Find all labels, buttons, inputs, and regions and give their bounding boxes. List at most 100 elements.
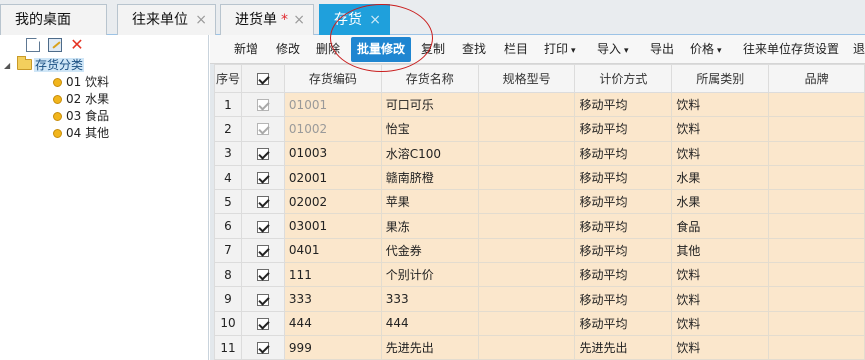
cell-code[interactable]: 999: [283, 334, 382, 360]
cell-brand[interactable]: [768, 286, 865, 312]
tree-item[interactable]: 02 水果: [0, 91, 208, 108]
row-checkbox[interactable]: [256, 196, 269, 209]
cell-code[interactable]: 333: [283, 286, 382, 312]
cell-name[interactable]: 代金券: [380, 237, 479, 264]
table-row[interactable]: 10 444 444 移动平均 饮料: [214, 310, 865, 336]
row-number[interactable]: 5: [214, 189, 242, 215]
exit-button[interactable]: 退: [853, 41, 865, 57]
import-dropdown[interactable]: 导入 ▾: [597, 41, 629, 59]
column-header-no[interactable]: 序号: [214, 64, 242, 93]
edit-icon[interactable]: [48, 38, 62, 52]
partner-inventory-settings-button[interactable]: 往来单位存货设置: [743, 41, 839, 57]
cell-pricing[interactable]: 移动平均: [574, 164, 673, 191]
row-checkbox[interactable]: [256, 147, 269, 160]
cell-code[interactable]: 03001: [283, 213, 382, 239]
column-header-category[interactable]: 所属类别: [671, 64, 770, 93]
cell-name[interactable]: 333: [380, 286, 479, 312]
add-button[interactable]: 新增: [234, 41, 258, 57]
tab-partners[interactable]: 往来单位 ×: [117, 4, 216, 35]
tab-desktop[interactable]: 我的桌面: [0, 4, 107, 35]
row-checkbox[interactable]: [256, 244, 269, 257]
table-row[interactable]: 4 02001 赣南脐橙 移动平均 水果: [214, 164, 865, 191]
price-dropdown[interactable]: 价格 ▾: [690, 41, 722, 59]
row-checkbox[interactable]: [256, 269, 269, 282]
cell-code[interactable]: 01002: [283, 116, 382, 142]
cell-code[interactable]: 02001: [283, 164, 382, 191]
cell-brand[interactable]: [768, 237, 865, 264]
row-number[interactable]: 7: [214, 237, 242, 264]
cell-category[interactable]: 其他: [671, 237, 770, 264]
row-checkbox[interactable]: [256, 317, 269, 330]
cell-pricing[interactable]: 移动平均: [574, 189, 673, 215]
row-number[interactable]: 8: [214, 262, 242, 288]
tab-purchase-order[interactable]: 进货单 * ×: [220, 4, 314, 35]
column-header-spec[interactable]: 规格型号: [477, 64, 576, 93]
delete-button[interactable]: 删除: [316, 41, 340, 57]
export-button[interactable]: 导出: [650, 41, 674, 57]
cell-name[interactable]: 个别计价: [380, 262, 479, 288]
cell-category[interactable]: 饮料: [671, 116, 770, 142]
row-number[interactable]: 10: [214, 310, 242, 336]
cell-name[interactable]: 赣南脐橙: [380, 164, 479, 191]
cell-spec[interactable]: [477, 116, 576, 142]
cell-spec[interactable]: [477, 213, 576, 239]
cell-pricing[interactable]: 移动平均: [574, 262, 673, 288]
tab-inventory[interactable]: 存货 ×: [319, 4, 390, 35]
cell-code[interactable]: 01001: [283, 91, 382, 118]
row-number[interactable]: 1: [214, 91, 242, 118]
row-checkbox[interactable]: [256, 342, 269, 355]
row-checkbox[interactable]: [256, 172, 269, 185]
copy-button[interactable]: 复制: [421, 41, 445, 57]
tree-root[interactable]: ◢ 存货分类: [0, 56, 208, 74]
cell-code[interactable]: 0401: [283, 237, 382, 264]
cell-brand[interactable]: [768, 91, 865, 118]
table-row[interactable]: 11 999 先进先出 先进先出 饮料: [214, 334, 865, 360]
cell-category[interactable]: 饮料: [671, 140, 770, 166]
cell-spec[interactable]: [477, 189, 576, 215]
cell-brand[interactable]: [768, 189, 865, 215]
cell-name[interactable]: 怡宝: [380, 116, 479, 142]
row-checkbox[interactable]: [256, 220, 269, 233]
column-header-pricing[interactable]: 计价方式: [574, 64, 673, 93]
cell-pricing[interactable]: 移动平均: [574, 237, 673, 264]
cell-category[interactable]: 水果: [671, 164, 770, 191]
cell-brand[interactable]: [768, 164, 865, 191]
cell-name[interactable]: 444: [380, 310, 479, 336]
cell-category[interactable]: 食品: [671, 213, 770, 239]
cell-pricing[interactable]: 移动平均: [574, 310, 673, 336]
cell-spec[interactable]: [477, 310, 576, 336]
column-header-select[interactable]: [240, 64, 285, 93]
row-number[interactable]: 9: [214, 286, 242, 312]
cell-category[interactable]: 饮料: [671, 262, 770, 288]
collapse-caret-icon[interactable]: ◢: [4, 57, 10, 74]
cell-category[interactable]: 饮料: [671, 91, 770, 118]
cell-name[interactable]: 果冻: [380, 213, 479, 239]
find-button[interactable]: 查找: [462, 41, 486, 57]
cell-brand[interactable]: [768, 310, 865, 336]
cell-spec[interactable]: [477, 286, 576, 312]
row-checkbox[interactable]: [256, 293, 269, 306]
table-row[interactable]: 3 01003 水溶C100 移动平均 饮料: [214, 140, 865, 166]
cell-code[interactable]: 444: [283, 310, 382, 336]
table-row[interactable]: 2 01002 怡宝 移动平均 饮料: [214, 116, 865, 142]
row-number[interactable]: 11: [214, 334, 242, 360]
column-header-code[interactable]: 存货编码: [283, 64, 382, 93]
row-number[interactable]: 6: [214, 213, 242, 239]
table-row[interactable]: 9 333 333 移动平均 饮料: [214, 286, 865, 312]
cell-category[interactable]: 饮料: [671, 334, 770, 360]
print-dropdown[interactable]: 打印 ▾: [544, 41, 576, 59]
column-header-name[interactable]: 存货名称: [380, 64, 479, 93]
table-row[interactable]: 6 03001 果冻 移动平均 食品: [214, 213, 865, 239]
row-number[interactable]: 2: [214, 116, 242, 142]
cell-category[interactable]: 饮料: [671, 310, 770, 336]
select-all-checkbox[interactable]: [256, 73, 269, 85]
cell-brand[interactable]: [768, 140, 865, 166]
tab-close-icon[interactable]: ×: [369, 5, 381, 35]
tree-item[interactable]: 04 其他: [0, 125, 208, 142]
cell-pricing[interactable]: 移动平均: [574, 286, 673, 312]
cell-code[interactable]: 02002: [283, 189, 382, 215]
column-header-brand[interactable]: 品牌: [768, 64, 865, 93]
columns-button[interactable]: 栏目: [504, 41, 528, 57]
cell-name[interactable]: 水溶C100: [380, 140, 479, 166]
cell-code[interactable]: 111: [283, 262, 382, 288]
